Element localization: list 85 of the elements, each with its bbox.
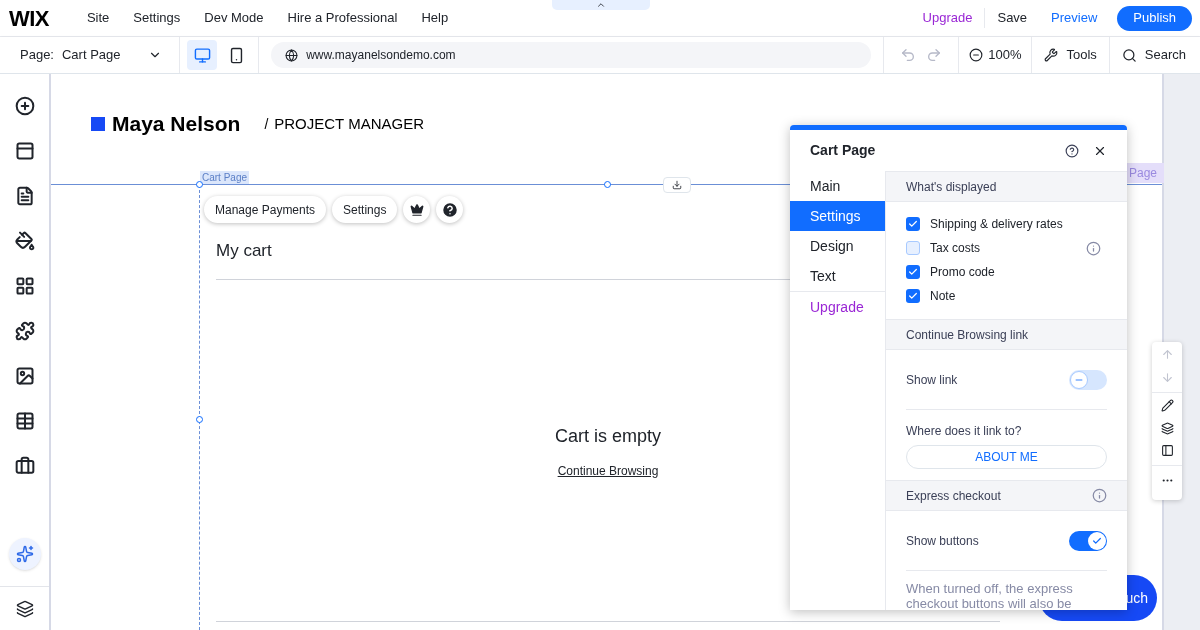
help-icon xyxy=(440,200,459,219)
check-icon xyxy=(1092,535,1102,546)
checkbox-label: Tax costs xyxy=(930,240,980,257)
globe-icon xyxy=(285,48,299,62)
separator-slash: / xyxy=(264,114,269,134)
upgrade-link[interactable]: Upgrade xyxy=(910,8,986,28)
checkbox-label: Note xyxy=(930,288,956,305)
theme-icon[interactable] xyxy=(14,231,35,251)
search-icon xyxy=(1121,47,1137,63)
checkbox[interactable] xyxy=(906,289,920,303)
info-icon[interactable] xyxy=(1086,240,1101,256)
panel-title: Cart Page xyxy=(810,141,876,160)
toggle-switch[interactable] xyxy=(1069,369,1107,390)
info-icon[interactable] xyxy=(1092,488,1107,503)
site-role: PROJECT MANAGER xyxy=(274,113,425,134)
action-button[interactable]: Settings xyxy=(332,196,398,223)
table-icon[interactable] xyxy=(14,411,35,431)
briefcase-icon[interactable] xyxy=(14,456,35,476)
menu-item[interactable]: Hire a Professional xyxy=(275,8,410,28)
ai-assistant-button[interactable] xyxy=(8,538,41,570)
selection-handle[interactable] xyxy=(196,416,203,423)
logo[interactable]: WIX xyxy=(9,1,49,35)
continue-browsing-link[interactable]: Continue Browsing xyxy=(557,461,659,480)
download-button[interactable] xyxy=(663,177,691,193)
check-icon xyxy=(908,219,918,229)
toggle-switch[interactable] xyxy=(1069,530,1107,551)
checkbox[interactable] xyxy=(906,217,920,231)
publish-button[interactable]: Publish xyxy=(1117,5,1192,31)
site-name[interactable]: Maya Nelson xyxy=(112,108,241,140)
section-header: Express checkout xyxy=(906,487,1001,505)
page-label: Page: xyxy=(20,46,54,65)
url-bar[interactable]: www.mayanelsondemo.com xyxy=(271,42,872,68)
zoom-button[interactable]: 100% xyxy=(959,37,1033,73)
sparkle-icon xyxy=(15,545,34,563)
section-header: What's displayed xyxy=(906,178,997,196)
check-icon xyxy=(908,267,918,277)
logo-square xyxy=(91,117,105,131)
empty-cart-title: Cart is empty xyxy=(555,424,661,448)
help-button[interactable] xyxy=(436,196,464,223)
menu-item[interactable]: Help xyxy=(409,8,461,28)
panel-tab[interactable]: Design xyxy=(790,231,885,261)
toggle-label: Show buttons xyxy=(906,532,979,550)
page-icon[interactable] xyxy=(14,186,35,206)
wrench-icon xyxy=(1044,48,1059,62)
download-icon xyxy=(672,180,682,190)
apps-grid-icon[interactable] xyxy=(14,276,35,296)
panel-tab[interactable]: Main xyxy=(790,171,885,201)
search-button[interactable]: Search xyxy=(1109,37,1200,73)
sections-icon[interactable] xyxy=(14,141,35,161)
selection-handle[interactable] xyxy=(604,181,611,188)
save-button[interactable]: Save xyxy=(985,8,1040,28)
element-label: Cart Page xyxy=(200,171,250,184)
upgrade-link[interactable]: Upgrade xyxy=(790,291,885,322)
url-text: www.mayanelsondemo.com xyxy=(306,47,456,64)
cart-title: My cart xyxy=(216,240,272,262)
layers-icon[interactable] xyxy=(15,599,34,618)
desktop-view-button[interactable] xyxy=(187,40,218,70)
layers-icon[interactable] xyxy=(1160,422,1174,435)
puzzle-icon[interactable] xyxy=(14,321,35,341)
action-button[interactable]: Manage Payments xyxy=(204,196,327,223)
pencil-icon[interactable] xyxy=(1160,399,1174,412)
caret-icon xyxy=(596,0,606,10)
page-dropdown[interactable]: Cart Page xyxy=(62,45,162,65)
help-icon[interactable] xyxy=(1065,143,1079,158)
menu-item[interactable]: Dev Mode xyxy=(192,8,276,28)
layout-icon[interactable] xyxy=(1160,444,1174,457)
preview-button[interactable]: Preview xyxy=(1039,8,1110,28)
panel-tab[interactable]: Settings xyxy=(790,201,885,231)
checkbox[interactable] xyxy=(906,265,920,279)
menu-item[interactable]: Settings xyxy=(121,8,193,28)
monitor-icon xyxy=(193,46,211,64)
crown-icon xyxy=(409,202,424,217)
page-tag: Page xyxy=(1126,163,1164,183)
check-icon xyxy=(908,291,918,301)
image-icon[interactable] xyxy=(14,366,35,386)
panel-tab[interactable]: Text xyxy=(790,261,885,291)
selection-handle[interactable] xyxy=(196,181,203,188)
checkbox[interactable] xyxy=(906,241,920,255)
crown-button[interactable] xyxy=(403,196,431,223)
menu-item[interactable]: Site xyxy=(74,8,122,28)
add-icon[interactable] xyxy=(14,96,35,116)
toggle-label: Show link xyxy=(906,371,958,389)
zoom-out-icon xyxy=(969,48,984,62)
checkbox-label: Promo code xyxy=(930,264,995,281)
tools-button[interactable]: Tools xyxy=(1032,37,1110,73)
